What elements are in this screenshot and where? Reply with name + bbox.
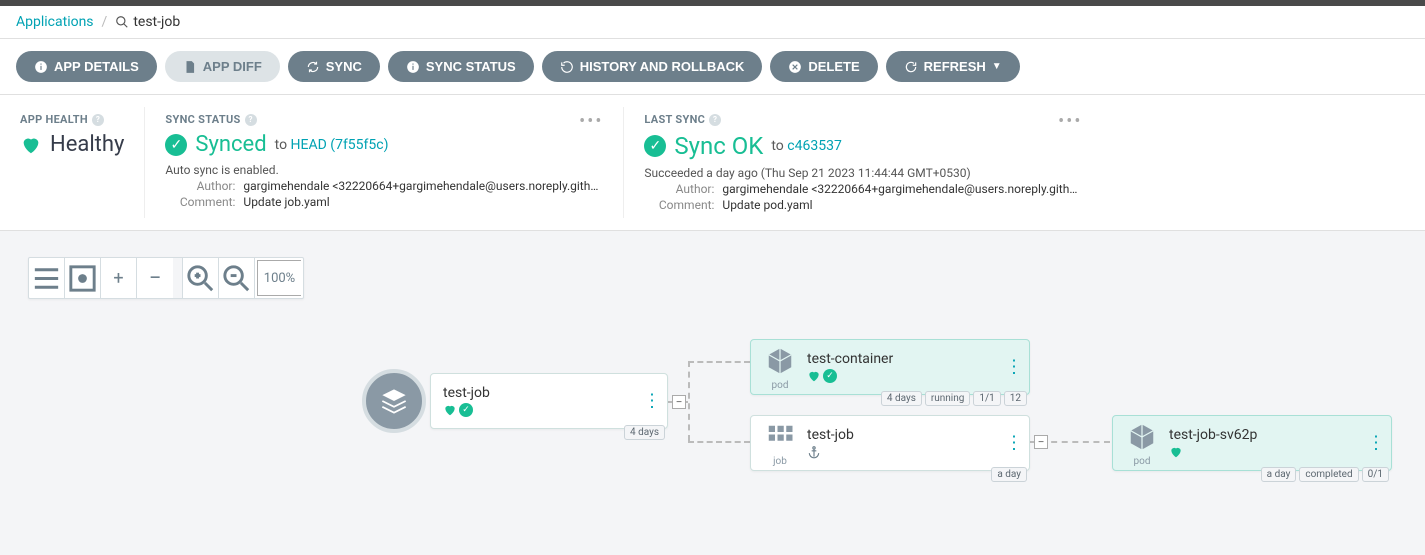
- sync-button[interactable]: SYNC: [288, 51, 380, 82]
- restarts-tag: 12: [1004, 391, 1027, 406]
- info-icon: [34, 60, 48, 74]
- search-zoom-out-button[interactable]: [219, 258, 255, 298]
- zoom-out-button[interactable]: −: [137, 258, 173, 298]
- help-icon[interactable]: ?: [245, 114, 257, 126]
- help-icon[interactable]: ?: [709, 114, 721, 126]
- health-status: Healthy: [50, 132, 124, 157]
- node-title: test-job: [807, 427, 854, 443]
- node-job[interactable]: job test-job ⋮ a day: [750, 415, 1030, 471]
- last-sync-comment: Update pod.yaml: [722, 198, 812, 212]
- toolbar: APP DETAILS APP DIFF SYNC SYNC STATUS HI…: [0, 39, 1425, 95]
- delete-button[interactable]: DELETE: [770, 51, 877, 82]
- node-menu-button[interactable]: ⋮: [1367, 433, 1385, 454]
- sync-menu-button[interactable]: •••: [579, 111, 603, 132]
- tree-controls: + − 100%: [28, 257, 304, 299]
- age-tag: 4 days: [881, 391, 922, 406]
- breadcrumb-applications-link[interactable]: Applications: [16, 14, 94, 30]
- age-tag: a day: [1261, 467, 1297, 482]
- node-container-pod[interactable]: pod test-container ✓ ⋮ 4 days running 1/…: [750, 339, 1030, 395]
- breadcrumb-current[interactable]: test-job: [115, 14, 180, 30]
- sync-to-text: to HEAD (7f55f5c): [275, 137, 389, 153]
- sync-status-panel: ••• SYNC STATUS ? ✓ Synced to HEAD (7f55…: [145, 107, 624, 218]
- last-sync-panel: ••• LAST SYNC ? ✓ Sync OK to c463537 Suc…: [624, 107, 1102, 218]
- stack-icon: [380, 387, 408, 415]
- help-icon[interactable]: ?: [92, 114, 104, 126]
- chevron-down-icon: ▼: [992, 61, 1002, 72]
- last-sync-author: gargimehendale <32220664+gargimehendale@…: [722, 182, 1082, 196]
- sync-rev-link[interactable]: HEAD (7f55f5c): [291, 137, 389, 153]
- app-details-button[interactable]: APP DETAILS: [16, 51, 157, 82]
- app-diff-button[interactable]: APP DIFF: [165, 51, 280, 82]
- node-title: test-job-sv62p: [1169, 427, 1257, 443]
- collapse-toggle[interactable]: −: [1034, 435, 1048, 449]
- zoom-in-button[interactable]: +: [101, 258, 137, 298]
- sync-comment: Update job.yaml: [243, 195, 329, 209]
- ready-tag: 0/1: [1362, 467, 1389, 482]
- breadcrumb: Applications / test-job: [0, 6, 1425, 39]
- state-tag: running: [925, 391, 971, 406]
- last-sync-label: LAST SYNC ?: [644, 113, 1082, 126]
- breadcrumb-current-text: test-job: [133, 14, 180, 30]
- summary-panel: APP HEALTH ? Healthy ••• SYNC STATUS ? ✓…: [0, 95, 1425, 231]
- delete-icon: [788, 60, 802, 74]
- search-icon: [115, 15, 129, 29]
- state-tag: completed: [1299, 467, 1358, 482]
- history-rollback-button[interactable]: HISTORY AND ROLLBACK: [542, 51, 763, 82]
- info-icon: [406, 60, 420, 74]
- sync-icon: [306, 60, 320, 74]
- last-sync-rev-link[interactable]: c463537: [787, 138, 842, 154]
- check-circle-icon: ✓: [644, 135, 666, 157]
- node-title: test-container: [807, 351, 893, 367]
- collapse-toggle[interactable]: −: [672, 395, 686, 409]
- node-kind-label: pod: [772, 380, 789, 391]
- heart-icon: [443, 403, 457, 417]
- heart-icon: [807, 369, 821, 383]
- last-sync-succeeded: Succeeded a day ago (Thu Sep 21 2023 11:…: [644, 166, 1082, 180]
- refresh-button[interactable]: REFRESH ▼: [886, 51, 1020, 82]
- refresh-icon: [904, 60, 918, 74]
- search-zoom-in-button[interactable]: [183, 258, 219, 298]
- file-icon: [183, 60, 197, 74]
- node-kind-label: pod: [1134, 456, 1151, 467]
- node-kind-label: job: [773, 456, 787, 467]
- zoom-level[interactable]: 100%: [257, 260, 301, 296]
- layout-horizontal-button[interactable]: [29, 258, 65, 298]
- layout-network-button[interactable]: [65, 258, 101, 298]
- health-label: APP HEALTH ?: [20, 113, 124, 126]
- node-menu-button[interactable]: ⋮: [1005, 433, 1023, 454]
- check-circle-icon: ✓: [459, 403, 473, 417]
- last-sync-menu-button[interactable]: •••: [1058, 111, 1082, 132]
- anchor-icon: [807, 445, 821, 459]
- node-job-pod[interactable]: pod test-job-sv62p ⋮ a day completed 0/1: [1112, 415, 1392, 471]
- age-tag: 4 days: [624, 425, 665, 440]
- cube-icon: [763, 344, 797, 378]
- node-app-root[interactable]: test-job ✓ ⋮ 4 days: [430, 373, 668, 429]
- grid-icon: [763, 420, 797, 454]
- cube-icon: [1125, 420, 1159, 454]
- age-tag: a day: [991, 467, 1027, 482]
- last-sync-status: Sync OK: [674, 132, 763, 160]
- heart-icon: [20, 134, 42, 156]
- node-menu-button[interactable]: ⋮: [643, 391, 661, 412]
- breadcrumb-separator: /: [102, 14, 108, 30]
- check-circle-icon: ✓: [165, 134, 187, 156]
- sync-author: gargimehendale <32220664+gargimehendale@…: [243, 179, 603, 193]
- sync-status-button[interactable]: SYNC STATUS: [388, 51, 534, 82]
- ready-tag: 1/1: [973, 391, 1000, 406]
- node-title: test-job: [443, 385, 490, 401]
- heart-icon: [1169, 445, 1183, 459]
- check-circle-icon: ✓: [823, 369, 837, 383]
- history-icon: [560, 60, 574, 74]
- sync-status-label: SYNC STATUS ?: [165, 113, 603, 126]
- app-root-icon[interactable]: [362, 369, 426, 433]
- auto-sync-text: Auto sync is enabled.: [165, 163, 603, 177]
- tree-canvas[interactable]: + − 100% test-job ✓ ⋮ 4 days − pod: [0, 231, 1425, 551]
- sync-status-value: Synced: [195, 132, 266, 157]
- node-menu-button[interactable]: ⋮: [1005, 357, 1023, 378]
- health-panel: APP HEALTH ? Healthy: [0, 107, 145, 218]
- last-sync-to-text: to c463537: [771, 138, 841, 154]
